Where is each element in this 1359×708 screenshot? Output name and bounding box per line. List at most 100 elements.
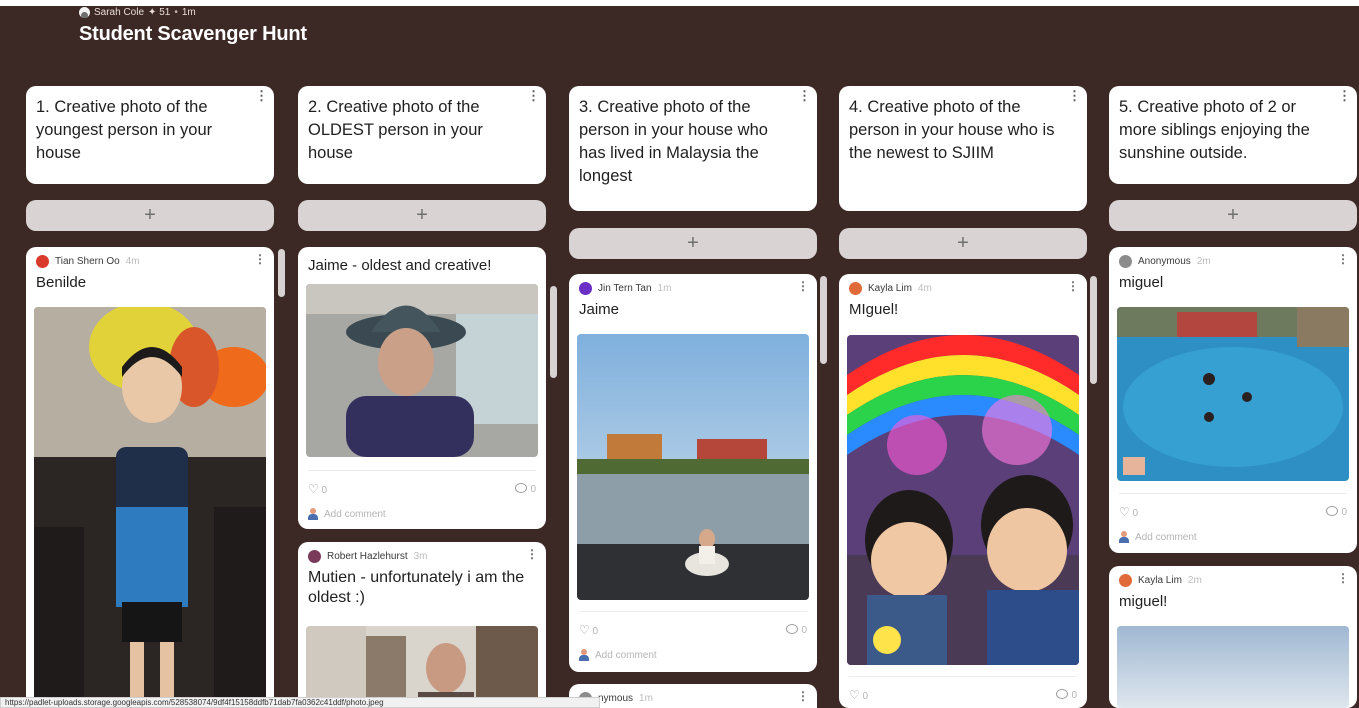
post-actions: ♡ 0 0 Add comment <box>1109 493 1357 544</box>
column-scrollbar[interactable] <box>1090 276 1097 384</box>
post-title: Jaime <box>579 301 620 318</box>
post-author: Anonymous 2m <box>1109 247 1357 268</box>
post-photo[interactable] <box>1117 626 1349 708</box>
column-heading-text: 3. Creative photo of the person in your … <box>579 98 768 185</box>
column-heading-text: 5. Creative photo of 2 or more siblings … <box>1119 98 1310 162</box>
post-card[interactable]: Kayla Lim 2m ⋮ miguel! <box>1109 566 1357 708</box>
board-meta: Sarah Cole ✦ 51 • 1m <box>79 6 307 19</box>
post-card[interactable]: Anonymous 2m ⋮ miguel ♡ 0 0 Add comment <box>1109 247 1357 553</box>
column-menu-icon[interactable]: ⋮ <box>1068 89 1081 102</box>
author-avatar-icon <box>79 7 90 18</box>
column-4: 4. Creative photo of the person in your … <box>839 86 1097 708</box>
post-photo[interactable] <box>306 626 538 708</box>
man-with-hat-image <box>306 284 538 457</box>
post-title: miguel! <box>1119 593 1168 610</box>
post-time: 2m <box>1187 574 1202 586</box>
board-title: Student Scavenger Hunt <box>79 23 307 45</box>
comment-count-button[interactable]: 0 <box>1326 506 1347 518</box>
column-heading-text: 2. Creative photo of the OLDEST person i… <box>308 98 483 162</box>
like-button[interactable]: ♡ 0 <box>1119 505 1138 519</box>
like-count: 0 <box>1132 508 1139 519</box>
column-heading: 5. Creative photo of 2 or more siblings … <box>1109 86 1357 184</box>
author-name: Robert Hazlehurst <box>327 550 408 562</box>
like-count: 0 <box>862 691 869 702</box>
column-menu-icon[interactable]: ⋮ <box>1338 89 1351 102</box>
avatar-icon <box>849 281 862 295</box>
post-card[interactable]: Tian Shern Oo 4m ⋮ Benilde <box>26 247 274 708</box>
divider <box>1119 493 1347 494</box>
author-name: nymous <box>598 692 634 704</box>
comment-count-button[interactable]: 0 <box>1056 689 1077 701</box>
post-title: Jaime - oldest and creative! <box>308 257 492 274</box>
column-menu-icon[interactable]: ⋮ <box>798 89 811 102</box>
column-heading: 2. Creative photo of the OLDEST person i… <box>298 86 546 184</box>
board-likes: ✦ 51 <box>148 7 171 18</box>
post-menu-icon[interactable]: ⋮ <box>1067 280 1079 292</box>
add-post-button[interactable]: + <box>569 228 817 259</box>
post-menu-icon[interactable]: ⋮ <box>254 253 266 265</box>
column-scrollbar[interactable] <box>550 286 557 378</box>
column-1: 1. Creative photo of the youngest person… <box>26 86 285 708</box>
add-post-button[interactable]: + <box>26 200 274 231</box>
post-card[interactable]: Kayla Lim 4m ⋮ MIguel! ♡ 0 0 <box>839 274 1087 708</box>
post-photo[interactable] <box>577 334 809 600</box>
post-card[interactable]: Jin Tern Tan 1m ⋮ Jaime ♡ 0 0 Add commen… <box>569 274 817 672</box>
post-title: miguel <box>1119 274 1164 291</box>
comment-bubble-icon <box>1056 689 1069 699</box>
post-card[interactable]: Jaime - oldest and creative! ♡ 0 0 Add c… <box>298 247 546 529</box>
post-author: Robert Hazlehurst 3m <box>298 542 546 563</box>
add-comment-button[interactable]: Add comment <box>579 648 807 662</box>
comment-count: 0 <box>1341 507 1347 518</box>
column-scrollbar[interactable] <box>820 276 827 364</box>
post-menu-icon[interactable]: ⋮ <box>797 280 809 292</box>
comment-count-button[interactable]: 0 <box>786 624 807 636</box>
post-menu-icon[interactable]: ⋮ <box>526 548 538 560</box>
divider <box>308 470 536 471</box>
pool-photo-image <box>1117 307 1349 481</box>
column-heading: 1. Creative photo of the youngest person… <box>26 86 274 184</box>
post-author: Kayla Lim 4m <box>839 274 1087 295</box>
post-title: Benilde <box>36 274 87 291</box>
post-actions: ♡ 0 0 Add comment <box>298 470 546 521</box>
post-photo[interactable] <box>1117 307 1349 481</box>
column-menu-icon[interactable]: ⋮ <box>255 89 268 102</box>
column-menu-icon[interactable]: ⋮ <box>527 89 540 102</box>
comment-count: 0 <box>530 484 536 495</box>
column-scrollbar[interactable] <box>278 249 285 297</box>
author-name: Anonymous <box>1138 255 1191 267</box>
post-actions: ♡ 0 0 <box>839 676 1087 703</box>
post-title: MIguel! <box>849 301 899 318</box>
link-status-bar: https://padlet-uploads.storage.googleapi… <box>0 697 600 708</box>
add-comment-button[interactable]: Add comment <box>1119 530 1347 544</box>
board-author[interactable]: Sarah Cole <box>94 7 144 18</box>
divider <box>579 611 807 612</box>
post-title: Mutien - unfortunately i am the oldest :… <box>308 569 525 606</box>
comment-bubble-icon <box>786 624 799 634</box>
add-comment-button[interactable]: Add comment <box>308 507 536 521</box>
comment-bubble-icon <box>1326 506 1339 516</box>
heart-icon: ♡ <box>1119 505 1130 519</box>
post-photo[interactable] <box>34 307 266 707</box>
post-time: 1m <box>639 692 653 704</box>
like-button[interactable]: ♡ 0 <box>308 482 327 496</box>
add-post-button[interactable]: + <box>839 228 1087 259</box>
commenter-avatar-icon <box>1119 531 1129 543</box>
author-name: Tian Shern Oo <box>55 255 120 267</box>
column-5: 5. Creative photo of 2 or more siblings … <box>1109 86 1357 708</box>
post-card[interactable]: Robert Hazlehurst 3m ⋮ Mutien - unfortun… <box>298 542 546 708</box>
heart-icon: ♡ <box>849 688 860 702</box>
children-fireworks-image <box>847 335 1079 665</box>
add-post-button[interactable]: + <box>298 200 546 231</box>
post-menu-icon[interactable]: ⋮ <box>1337 253 1349 265</box>
post-photo[interactable] <box>847 335 1079 665</box>
like-button[interactable]: ♡ 0 <box>579 623 598 637</box>
post-time: 2m <box>1196 255 1211 267</box>
comment-count-button[interactable]: 0 <box>515 483 536 495</box>
post-card[interactable]: nymous 1m ⋮ <box>569 684 817 708</box>
post-photo[interactable] <box>306 284 538 457</box>
like-button[interactable]: ♡ 0 <box>849 688 868 702</box>
post-menu-icon[interactable]: ⋮ <box>1337 572 1349 584</box>
add-post-button[interactable]: + <box>1109 200 1357 231</box>
add-comment-label: Add comment <box>324 508 386 520</box>
post-menu-icon[interactable]: ⋮ <box>797 690 809 702</box>
